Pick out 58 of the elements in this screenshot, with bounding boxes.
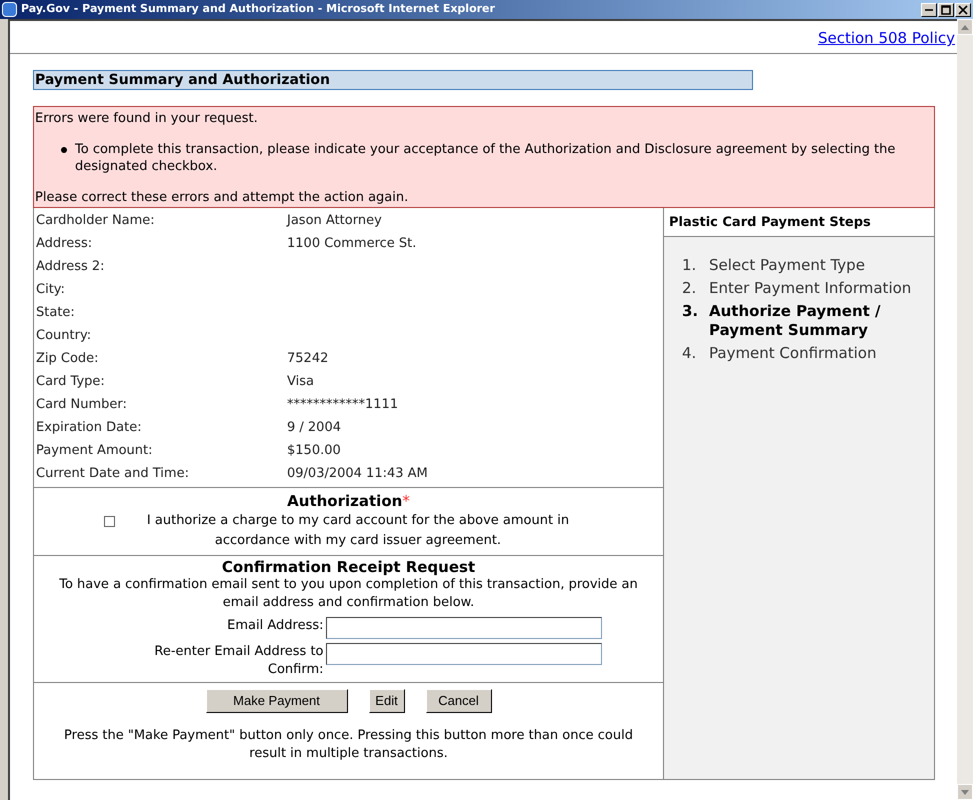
bullet-icon bbox=[61, 147, 67, 153]
scrollbar[interactable] bbox=[957, 19, 973, 800]
field-label: Email Address: bbox=[226, 617, 324, 635]
field-label: Card Type: bbox=[36, 372, 106, 391]
field-label: Card Number: bbox=[36, 396, 128, 414]
field-value: ************1111 bbox=[287, 396, 398, 414]
down-arrow-icon bbox=[961, 790, 969, 794]
receipt-instructions: To have a confirmation email sent to you upon completion of this transaction, provide an email address and confirmation below. bbox=[58, 576, 639, 612]
step-item: 4. Payment Confirmation bbox=[682, 344, 878, 363]
field-label: Country: bbox=[36, 326, 92, 345]
field-value: 09/03/2004 11:43 AM bbox=[287, 464, 428, 483]
authorization-title: Authorization bbox=[287, 492, 402, 510]
error-intro: Errors were found in your request. bbox=[35, 110, 259, 127]
form-button[interactable]: Cancel bbox=[426, 689, 492, 713]
field-value: 75242 bbox=[287, 350, 328, 368]
authorize-checkbox[interactable] bbox=[104, 516, 115, 527]
field-label: Address: bbox=[36, 234, 94, 253]
step-item: 2. Enter Payment Information bbox=[682, 279, 912, 298]
step-item: 1. Select Payment Type bbox=[682, 256, 866, 275]
close-icon bbox=[958, 4, 968, 14]
field-label: Address 2: bbox=[36, 258, 106, 276]
authorization-text: I authorize a charge to my card account for the above amount in accordance with my card issuer agreement. bbox=[146, 512, 570, 550]
field-value: Jason Attorney bbox=[287, 212, 382, 230]
email-field[interactable] bbox=[326, 617, 602, 639]
field-value: 1100 Commerce St. bbox=[287, 234, 416, 253]
scroll-down-button[interactable] bbox=[957, 784, 973, 800]
email-field[interactable] bbox=[326, 643, 602, 665]
field-value: $150.00 bbox=[287, 442, 341, 460]
maximize-button[interactable] bbox=[938, 2, 954, 16]
steps-title: Plastic Card Payment Steps bbox=[664, 208, 934, 237]
field-value: Visa bbox=[287, 372, 314, 391]
field-value: 9 / 2004 bbox=[287, 418, 341, 437]
field-label: City: bbox=[36, 280, 66, 299]
error-footer: Please correct these errors and attempt the action again. bbox=[35, 189, 933, 206]
form-button[interactable]: Edit bbox=[368, 689, 404, 713]
close-button[interactable] bbox=[955, 2, 971, 16]
section-508-link[interactable]: Section 508 Policy bbox=[818, 30, 955, 47]
section-heading: Payment Summary and Authorization bbox=[33, 70, 753, 90]
field-label: Cardholder Name: bbox=[36, 212, 156, 230]
window-title: Pay.Gov - Payment Summary and Authorization - Microsoft Internet Explorer bbox=[21, 1, 495, 18]
notice-text: Press the "Make Payment" button only once. Pressing this button more than once could result in multiple transactions. bbox=[63, 727, 634, 763]
up-arrow-icon bbox=[961, 24, 969, 30]
receipt-title: Confirmation Receipt Request bbox=[222, 558, 476, 576]
field-label: Expiration Date: bbox=[36, 418, 143, 437]
form-button[interactable]: Make Payment bbox=[206, 689, 348, 713]
field-label: State: bbox=[36, 304, 76, 322]
required-mark: * bbox=[402, 492, 410, 510]
field-label: Current Date and Time: bbox=[36, 464, 190, 483]
app-icon bbox=[2, 2, 17, 17]
field-label: Zip Code: bbox=[36, 350, 100, 368]
minimize-button[interactable] bbox=[921, 2, 937, 16]
minimize-icon bbox=[925, 8, 933, 10]
error-message: To complete this transaction, please indicate your acceptance of the Authorization and Disclosure agreement by selecting the designated checkbox. bbox=[75, 141, 896, 175]
step-item: 3. Authorize Payment / Payment Summary bbox=[682, 302, 882, 340]
maximize-icon bbox=[941, 4, 951, 14]
field-label: Re-enter Email Address to Confirm: bbox=[153, 643, 324, 679]
field-label: Payment Amount: bbox=[36, 442, 154, 460]
scroll-up-button[interactable] bbox=[957, 19, 973, 35]
